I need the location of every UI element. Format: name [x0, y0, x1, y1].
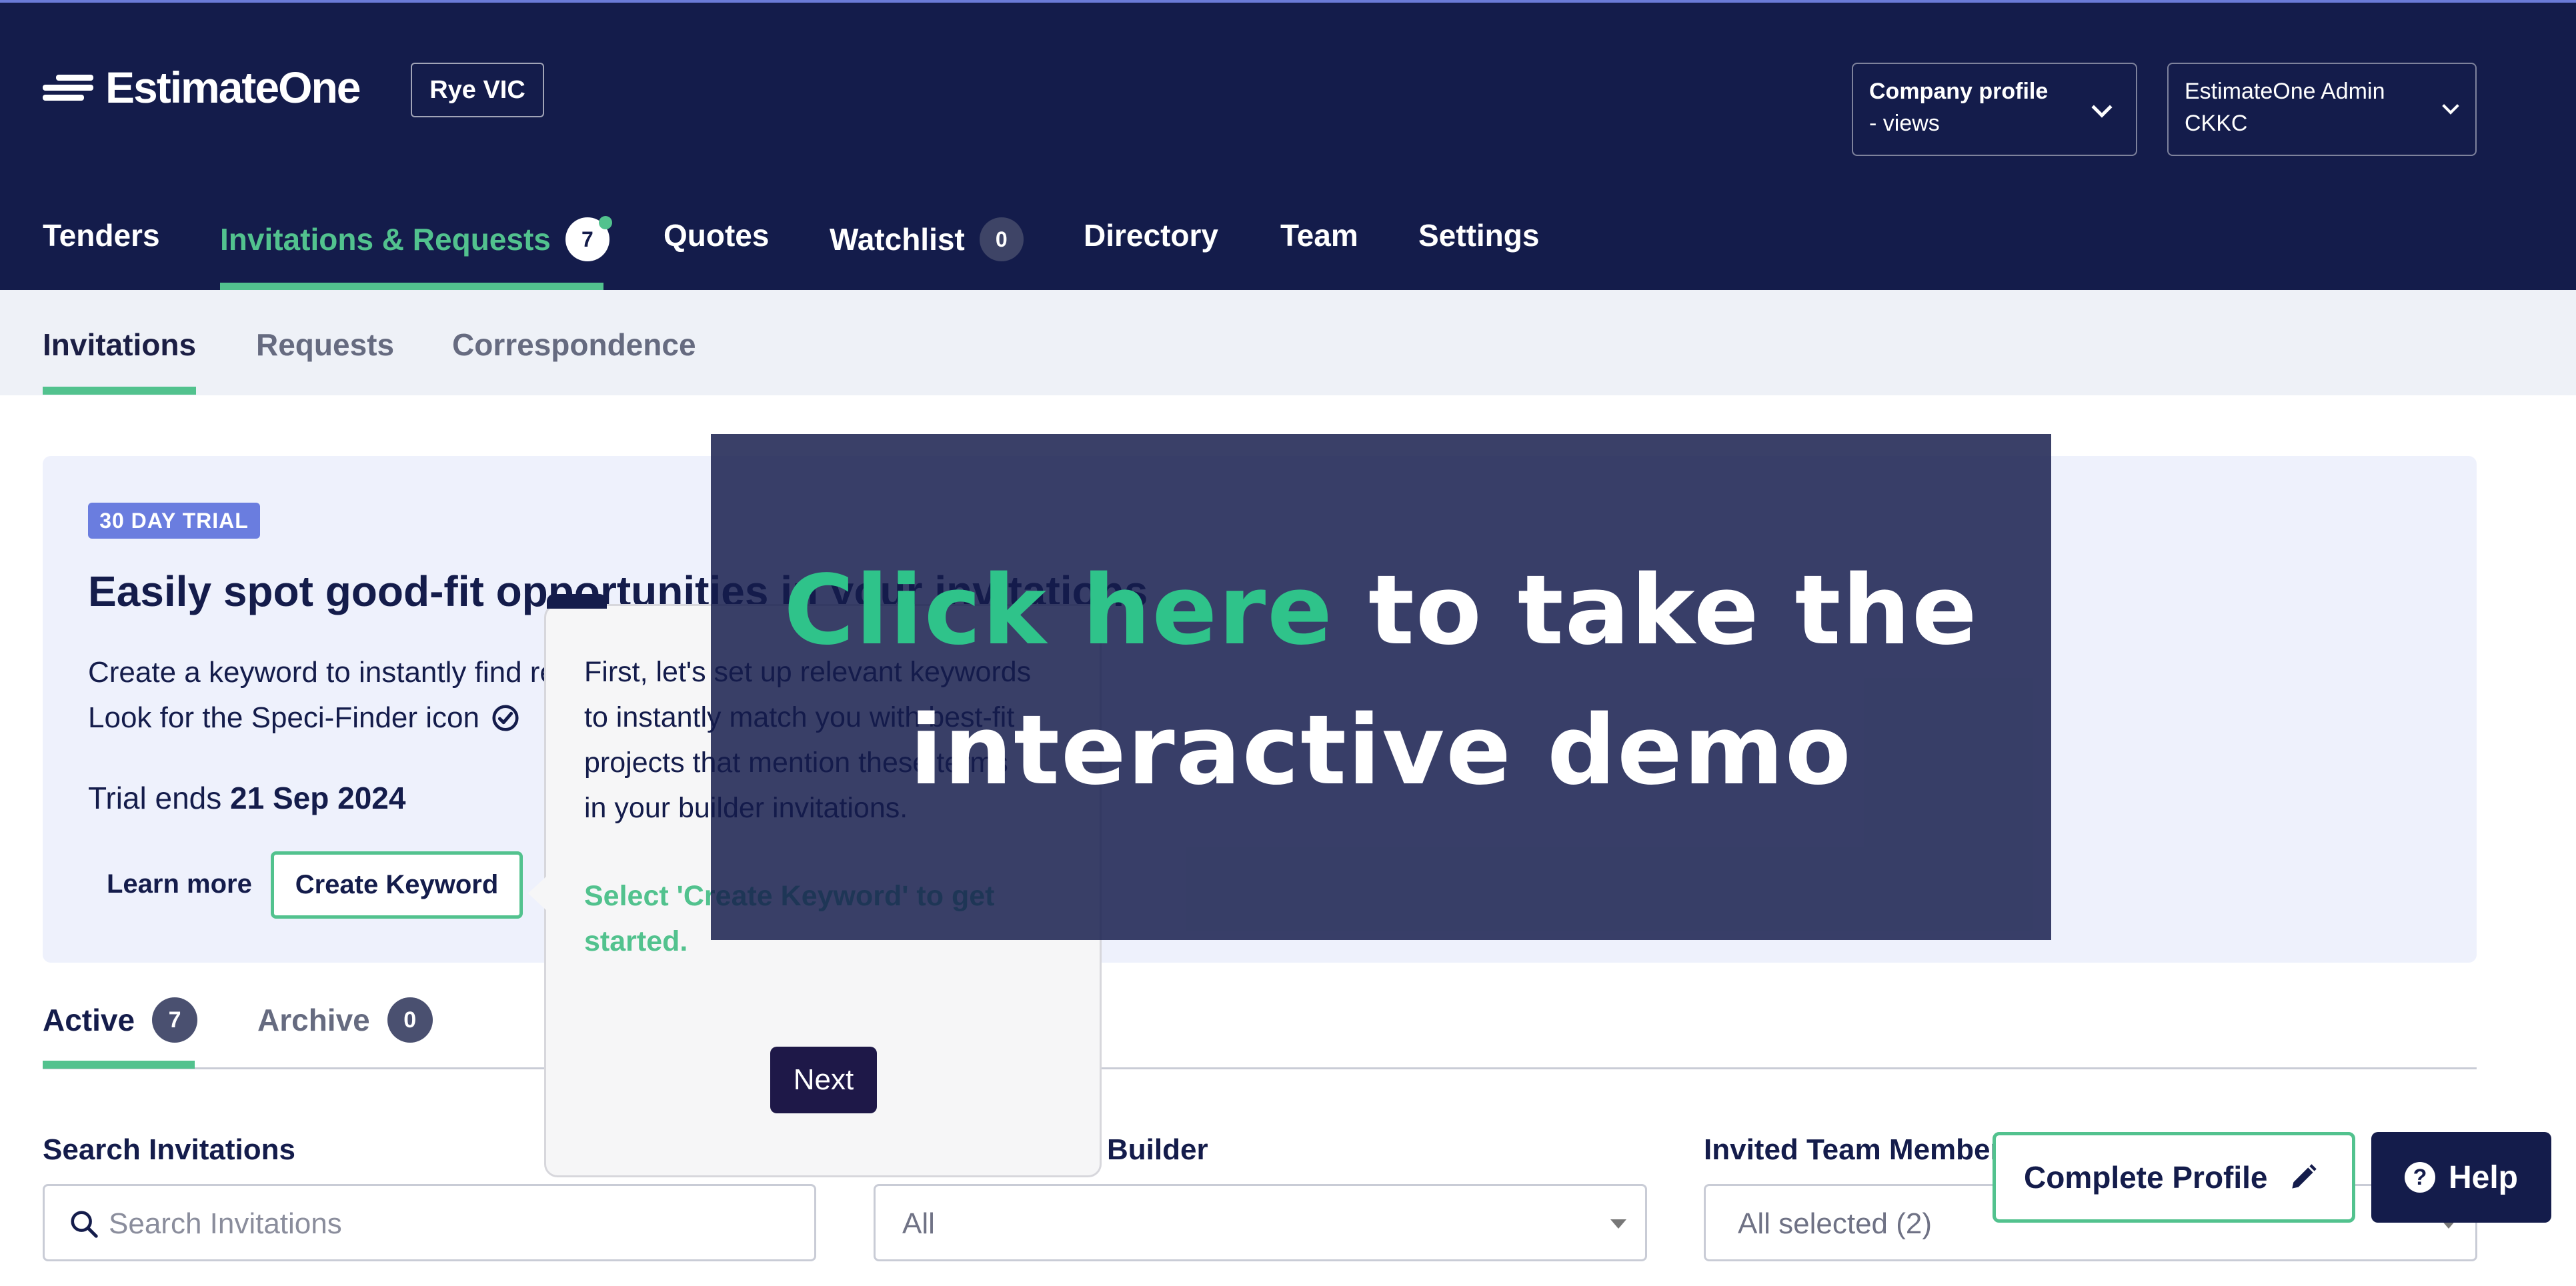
- search-invitations-input[interactable]: Search Invitations: [43, 1184, 816, 1261]
- nav-invitations-requests[interactable]: Invitations & Requests 7: [220, 216, 612, 261]
- tab-active[interactable]: Active 7: [43, 997, 198, 1043]
- logo-text: EstimateOne: [105, 63, 361, 112]
- team-member-filter-label: Invited Team Member: [1704, 1133, 2002, 1166]
- company-profile-dropdown[interactable]: Company profile - views: [1852, 63, 2137, 156]
- trial-ends-text: Trial ends 21 Sep 2024: [88, 781, 406, 815]
- tab-active-label: Active: [43, 1003, 135, 1037]
- tabs-divider: [43, 1067, 2477, 1069]
- archive-count-badge: 0: [387, 997, 433, 1043]
- trial-badge: 30 DAY TRIAL: [88, 503, 260, 539]
- speci-finder-check-icon: [492, 705, 519, 731]
- chevron-down-icon: [2091, 97, 2113, 118]
- help-button[interactable]: ? Help: [2371, 1132, 2551, 1223]
- interactive-demo-overlay[interactable]: Click here to take the interactive demo: [711, 434, 2051, 940]
- tab-requests[interactable]: Requests: [256, 327, 394, 363]
- chevron-down-icon: [1610, 1219, 1626, 1229]
- help-question-icon: ?: [2404, 1162, 2435, 1193]
- company-profile-views: - views: [1869, 111, 1940, 136]
- nav-team[interactable]: Team: [1280, 217, 1358, 253]
- builder-selected-value: All: [902, 1207, 935, 1240]
- demo-headline-line1: Click here to take the: [784, 554, 1979, 666]
- company-profile-label: Company profile: [1869, 79, 2049, 104]
- watchlist-count-badge: 0: [979, 217, 1024, 261]
- user-menu-dropdown[interactable]: EstimateOne Admin CKKC: [2167, 63, 2477, 156]
- help-label: Help: [2448, 1159, 2518, 1195]
- tab-archive[interactable]: Archive 0: [257, 997, 433, 1043]
- nav-quotes[interactable]: Quotes: [664, 217, 769, 253]
- active-count-badge: 7: [152, 997, 198, 1043]
- demo-headline-line2: interactive demo: [910, 694, 1852, 806]
- notification-dot: [598, 216, 612, 229]
- tab-archive-label: Archive: [257, 1003, 370, 1037]
- subnav-active-indicator: [43, 387, 196, 395]
- tooltip-pointer: [528, 876, 547, 911]
- tooltip-top-nub: [547, 594, 607, 609]
- create-keyword-button[interactable]: Create Keyword: [271, 851, 523, 919]
- logo-lines-icon: [43, 71, 93, 104]
- location-button[interactable]: Rye VIC: [411, 63, 544, 117]
- pencil-icon: [2291, 1164, 2317, 1189]
- learn-more-link[interactable]: Learn more: [107, 869, 252, 899]
- complete-profile-label: Complete Profile: [2024, 1160, 2268, 1195]
- search-icon: [71, 1211, 98, 1238]
- complete-profile-button[interactable]: Complete Profile: [1993, 1132, 2355, 1223]
- nav-invitations-label: Invitations & Requests: [220, 222, 551, 257]
- demo-click-here[interactable]: Click here: [784, 554, 1334, 666]
- tooltip-next-button[interactable]: Next: [770, 1047, 877, 1113]
- search-placeholder: Search Invitations: [109, 1207, 342, 1240]
- nav-active-indicator: [220, 283, 603, 290]
- nav-settings[interactable]: Settings: [1418, 217, 1539, 253]
- user-company: CKKC: [2185, 111, 2248, 136]
- tab-correspondence[interactable]: Correspondence: [452, 327, 696, 363]
- nav-watchlist[interactable]: Watchlist 0: [830, 217, 1024, 261]
- search-invitations-label: Search Invitations: [43, 1133, 296, 1166]
- team-member-selected-value: All selected (2): [1738, 1207, 1933, 1240]
- nav-tenders[interactable]: Tenders: [43, 217, 160, 253]
- trial-end-date: 21 Sep 2024: [230, 781, 406, 815]
- nav-watchlist-label: Watchlist: [830, 222, 965, 257]
- chevron-down-icon: [2442, 97, 2459, 115]
- tab-invitations[interactable]: Invitations: [43, 327, 196, 363]
- builder-filter-label: Builder: [1107, 1133, 1208, 1166]
- estimateone-logo[interactable]: EstimateOne: [43, 63, 361, 112]
- nav-directory[interactable]: Directory: [1084, 217, 1218, 253]
- banner-description-line2: Look for the Speci-Finder icon: [88, 701, 521, 735]
- user-name: EstimateOne Admin: [2185, 79, 2385, 104]
- tabs-active-indicator: [43, 1061, 195, 1069]
- top-accent-line: [0, 0, 2576, 3]
- builder-select[interactable]: All: [874, 1184, 1647, 1261]
- invitations-count-badge: 7: [565, 216, 612, 261]
